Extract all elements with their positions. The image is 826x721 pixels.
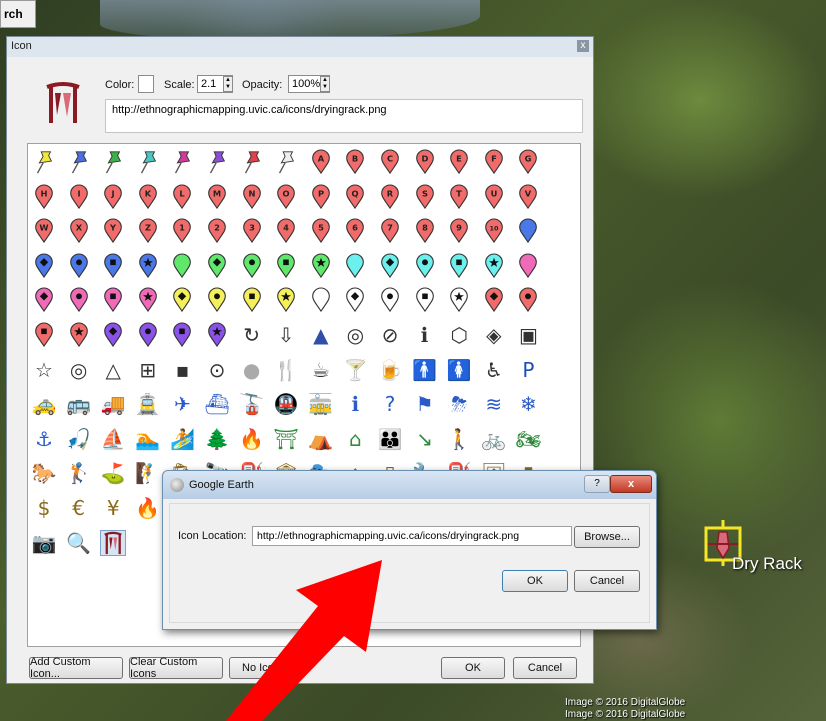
red-arrow-annotation [226, 560, 382, 721]
